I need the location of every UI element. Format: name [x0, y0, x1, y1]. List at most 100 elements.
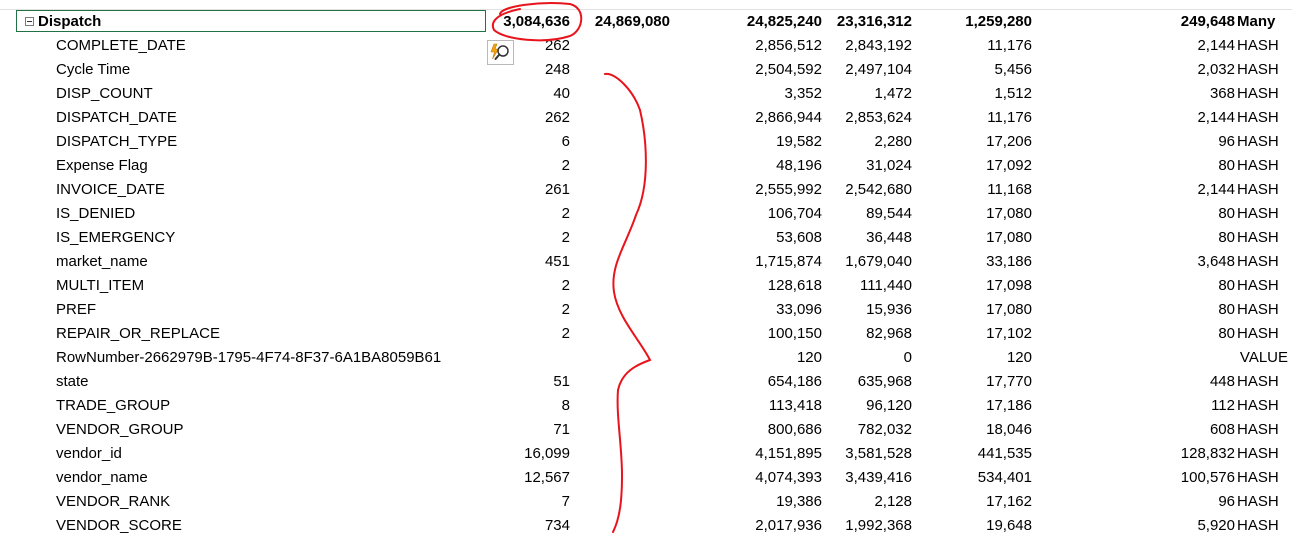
collapse-minus-icon[interactable] — [25, 17, 34, 26]
col-f-value: 17,080 — [986, 301, 1032, 318]
col-d-value: 2,866,944 — [755, 109, 822, 126]
pivot-grid: Dispatch 3,084,636 24,869,080 24,825,240… — [0, 10, 1292, 538]
cardinality-value: 2 — [561, 325, 570, 342]
cardinality-value: 2 — [561, 277, 570, 294]
cardinality-value: 7 — [561, 493, 570, 510]
column-name: VENDOR_SCORE — [56, 517, 182, 534]
col-f-value: 33,186 — [986, 253, 1032, 270]
table-row[interactable]: COMPLETE_DATE 262 2,856,512 2,843,192 11,176… — [0, 34, 1292, 58]
column-name: DISPATCH_DATE — [56, 109, 177, 126]
col-d-value: 113,418 — [768, 397, 822, 414]
cardinality-value: 2 — [561, 229, 570, 246]
col-f-value: 17,080 — [986, 205, 1032, 222]
col-g-value: 96 — [1218, 133, 1235, 150]
table-row[interactable]: REPAIR_OR_REPLACE 2 100,150 82,968 17,102 80 H… — [0, 322, 1292, 346]
col-e-value: 2,542,680 — [845, 181, 912, 198]
cardinality-value: 734 — [544, 517, 570, 534]
col-g-value: 2,144 — [1197, 37, 1235, 54]
col-d-value: 4,151,895 — [755, 445, 822, 462]
header-col-e[interactable]: 23,316,312 — [837, 10, 912, 34]
col-g-value: 80 — [1218, 229, 1235, 246]
col-d-value: 53,608 — [776, 229, 822, 246]
table-row[interactable]: Expense Flag 2 48,196 31,024 17,092 80 HASH — [0, 154, 1292, 178]
type-value: HASH — [1237, 61, 1279, 78]
table-header-row[interactable]: Dispatch 3,084,636 24,869,080 24,825,240… — [0, 10, 1292, 34]
col-f-value: 17,098 — [986, 277, 1032, 294]
col-g-value: 368 — [1209, 85, 1235, 102]
col-g-value: 80 — [1218, 301, 1235, 318]
table-row[interactable]: VENDOR_GROUP 71 800,686 782,032 18,046 608 HAS… — [0, 418, 1292, 442]
col-g-value: 80 — [1218, 277, 1235, 294]
column-name: vendor_name — [56, 469, 148, 486]
col-g-value: 96 — [1218, 493, 1235, 510]
col-e-value: 2,128 — [874, 493, 912, 510]
col-d-value: 4,074,393 — [755, 469, 822, 486]
table-row[interactable]: VENDOR_RANK 7 19,386 2,128 17,162 96 HASH — [0, 490, 1292, 514]
table-row[interactable]: RowNumber-2662979B-1795-4F74-8F37-6A1BA8… — [0, 346, 1292, 370]
column-name: REPAIR_OR_REPLACE — [56, 325, 220, 342]
col-f-value: 11,176 — [987, 109, 1032, 126]
header-type[interactable]: Many — [1237, 10, 1275, 34]
col-e-value: 89,544 — [866, 205, 912, 222]
table-row[interactable]: IS_EMERGENCY 2 53,608 36,448 17,080 80 HASH — [0, 226, 1292, 250]
type-value: HASH — [1237, 181, 1279, 198]
col-g-value: 80 — [1218, 325, 1235, 342]
table-row[interactable]: state 51 654,186 635,968 17,770 448 HASH — [0, 370, 1292, 394]
col-f-value: 17,080 — [986, 229, 1032, 246]
col-e-value: 1,679,040 — [845, 253, 912, 270]
table-row[interactable]: vendor_name 12,567 4,074,393 3,439,416 534,4… — [0, 466, 1292, 490]
table-row[interactable]: vendor_id 16,099 4,151,895 3,581,528 441,535… — [0, 442, 1292, 466]
header-cardinality[interactable]: 3,084,636 — [503, 10, 570, 34]
table-row[interactable]: Cycle Time 248 2,504,592 2,497,104 5,456 2,03… — [0, 58, 1292, 82]
cardinality-value: 248 — [544, 61, 570, 78]
col-d-value: 2,504,592 — [755, 61, 822, 78]
column-name: IS_DENIED — [56, 205, 136, 222]
col-d-value: 100,150 — [767, 325, 822, 342]
table-row[interactable]: IS_DENIED 2 106,704 89,544 17,080 80 HASH — [0, 202, 1292, 226]
table-row[interactable]: MULTI_ITEM 2 128,618 111,440 17,098 80 HASH — [0, 274, 1292, 298]
col-e-value: 2,853,624 — [845, 109, 912, 126]
type-value: HASH — [1237, 277, 1279, 294]
table-row[interactable]: DISPATCH_TYPE 6 19,582 2,280 17,206 96 HASH — [0, 130, 1292, 154]
column-name: RowNumber-2662979B-1795-4F74-8F37-6A1BA8… — [56, 349, 442, 366]
column-name: PREF — [56, 301, 97, 318]
col-d-value: 120 — [796, 349, 822, 366]
col-d-value: 1,715,874 — [755, 253, 822, 270]
type-value: HASH — [1237, 229, 1279, 246]
col-f-value: 534,401 — [977, 469, 1032, 486]
type-value: HASH — [1237, 373, 1279, 390]
col-f-value: 17,186 — [986, 397, 1032, 414]
col-d-value: 800,686 — [767, 421, 822, 438]
table-row[interactable]: TRADE_GROUP 8 113,418 96,120 17,186 112 HASH — [0, 394, 1292, 418]
type-value: HASH — [1237, 133, 1279, 150]
table-row[interactable]: PREF 2 33,096 15,936 17,080 80 HASH — [0, 298, 1292, 322]
cardinality-value: 12,567 — [524, 469, 570, 486]
cardinality-value: 262 — [544, 109, 570, 126]
col-e-value: 111,440 — [860, 277, 912, 294]
col-g-value: 608 — [1209, 421, 1235, 438]
table-row[interactable]: DISPATCH_DATE 262 2,866,944 2,853,624 11,176… — [0, 106, 1292, 130]
col-g-value: 3,648 — [1197, 253, 1235, 270]
column-name: IS_EMERGENCY — [56, 229, 176, 246]
column-name: VENDOR_GROUP — [56, 421, 184, 438]
column-name: DISPATCH_TYPE — [56, 133, 178, 150]
cardinality-value: 40 — [553, 85, 570, 102]
table-row[interactable]: INVOICE_DATE 261 2,555,992 2,542,680 11,168 2… — [0, 178, 1292, 202]
col-f-value: 5,456 — [994, 61, 1032, 78]
cardinality-value: 16,099 — [524, 445, 570, 462]
col-g-value: 2,144 — [1197, 109, 1235, 126]
header-col-b[interactable]: 24,869,080 — [595, 10, 670, 34]
cardinality-value: 8 — [561, 397, 570, 414]
type-value: HASH — [1237, 445, 1279, 462]
table-row[interactable]: VENDOR_SCORE 734 2,017,936 1,992,368 19,648 5… — [0, 514, 1292, 538]
header-col-d[interactable]: 24,825,240 — [747, 10, 822, 34]
table-row[interactable]: DISP_COUNT 40 3,352 1,472 1,512 368 HASH — [0, 82, 1292, 106]
type-value: HASH — [1237, 493, 1279, 510]
type-value: HASH — [1237, 517, 1279, 534]
table-row[interactable]: market_name 451 1,715,874 1,679,040 33,186 3,… — [0, 250, 1292, 274]
col-g-value: 128,832 — [1180, 445, 1235, 462]
quick-analysis-button[interactable] — [487, 40, 514, 65]
cardinality-value: 261 — [544, 181, 570, 198]
header-col-g[interactable]: 249,648 — [1181, 10, 1235, 34]
header-col-f[interactable]: 1,259,280 — [965, 10, 1032, 34]
